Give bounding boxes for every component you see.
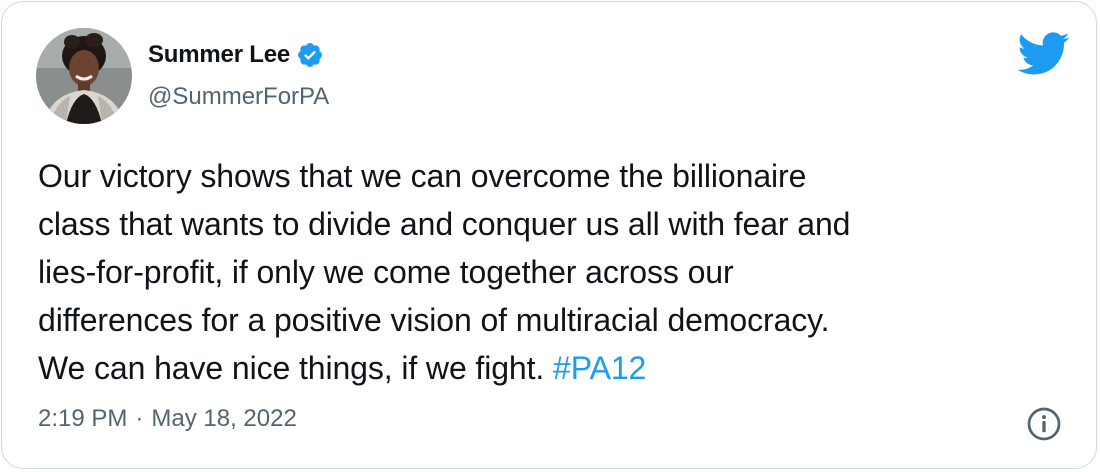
tweet-card: Summer Lee @SummerForPA Our victory show… [1, 1, 1097, 469]
tweet-time: 2:19 PM [38, 405, 128, 432]
info-icon[interactable] [1026, 406, 1062, 442]
author-display-name[interactable]: Summer Lee [148, 41, 290, 69]
author-name-row: Summer Lee [148, 39, 324, 71]
hashtag-link[interactable]: #PA12 [553, 350, 646, 386]
twitter-bird-icon[interactable] [1017, 32, 1070, 76]
timestamp-separator: · [135, 405, 144, 432]
tweet-text-line: differences for a positive vision of mul… [38, 302, 830, 338]
tweet-text-segment: We can have nice things, if we fight. [38, 350, 545, 386]
avatar-image [36, 28, 132, 124]
tweet-text-line: class that wants to divide and conquer u… [38, 206, 851, 242]
tweet-date: May 18, 2022 [151, 405, 297, 432]
author-handle[interactable]: @SummerForPA [148, 83, 329, 111]
tweet-text-line: Our victory shows that we can overcome t… [38, 158, 807, 194]
tweet-text-line: lies-for-profit, if only we come togethe… [38, 254, 734, 290]
author-avatar[interactable] [36, 28, 132, 124]
verified-badge-icon [296, 41, 324, 69]
tweet-text-line-last: We can have nice things, if we fight. #P… [38, 344, 1078, 392]
tweet-text: Our victory shows that we can overcome t… [38, 152, 1078, 392]
tweet-timestamp[interactable]: 2:19 PM · May 18, 2022 [38, 405, 297, 433]
